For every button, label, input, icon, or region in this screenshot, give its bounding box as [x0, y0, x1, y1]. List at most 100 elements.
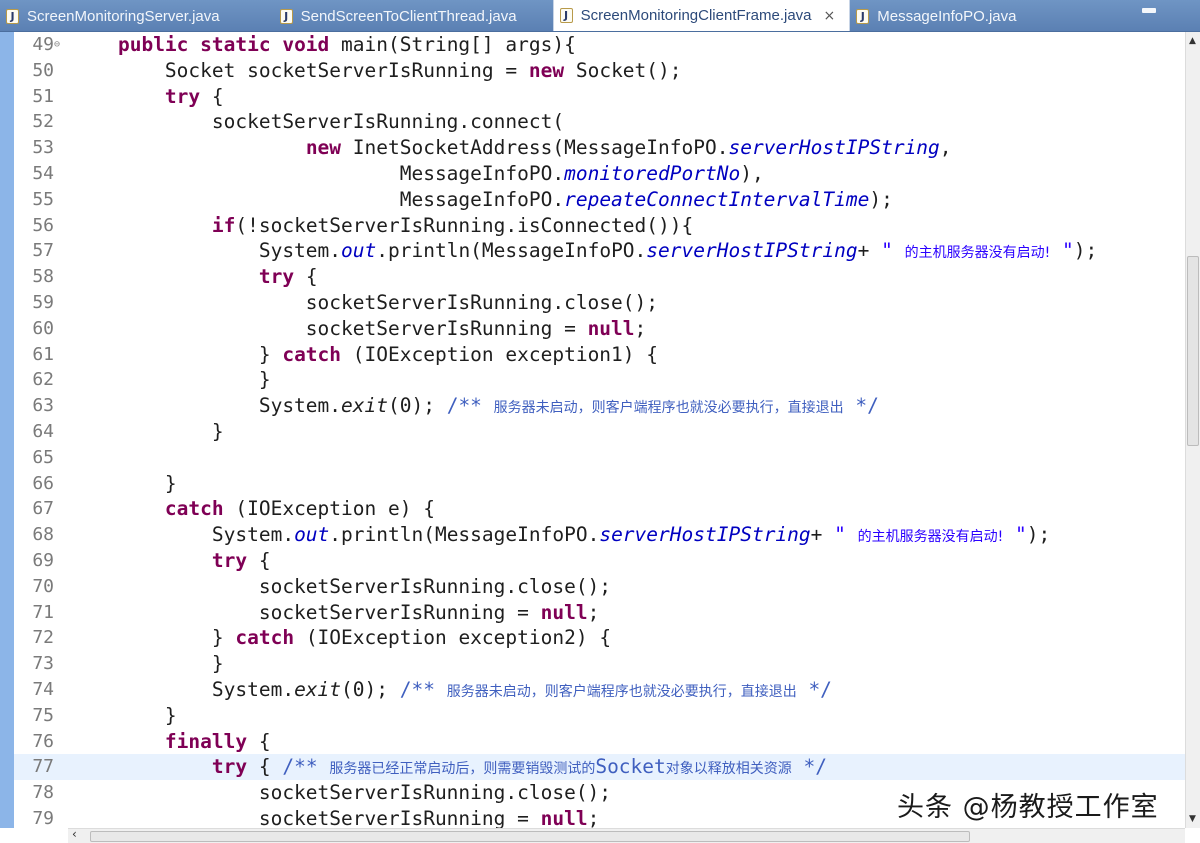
code-token: socketServerIsRunning.close(); — [71, 574, 612, 598]
keyword: if — [211, 213, 236, 237]
keyword: try — [258, 265, 295, 289]
code-line[interactable]: 60 socketServerIsRunning = null; — [14, 316, 1185, 342]
code-line[interactable]: 56 if(!socketServerIsRunning.isConnected… — [14, 213, 1185, 239]
line-code: catch (IOException e) { — [71, 496, 435, 522]
close-tab-icon[interactable]: × — [824, 8, 836, 24]
line-number: 61 — [32, 343, 54, 365]
line-code: Socket socketServerIsRunning = new Socke… — [71, 58, 682, 84]
keyword: public static void — [117, 33, 330, 56]
line-number: 68 — [32, 524, 54, 546]
code-token: ; — [587, 600, 600, 624]
code-line[interactable]: 70 socketServerIsRunning.close(); — [14, 574, 1185, 600]
code-token: exit — [294, 677, 342, 701]
keyword: null — [540, 600, 588, 624]
code-line[interactable]: 62 } — [14, 367, 1185, 393]
line-number: 63 — [32, 395, 54, 417]
code-line[interactable]: 75 } — [14, 703, 1185, 729]
line-code: socketServerIsRunning = null; — [71, 316, 646, 342]
tab-send-screen-to-client-thread[interactable]: J SendScreenToClientThread.java — [274, 2, 531, 31]
code-token: System. — [71, 523, 295, 547]
fold-collapse-icon[interactable]: ⊖ — [54, 32, 60, 58]
code-token: } — [71, 471, 177, 495]
vertical-scroll-thumb[interactable] — [1187, 256, 1199, 446]
line-number: 70 — [32, 575, 54, 597]
code-line[interactable]: 65 — [14, 445, 1185, 471]
line-code: System.out.println(MessageInfoPO.serverH… — [71, 238, 1097, 267]
static-field: serverHostIPString — [646, 239, 858, 263]
code-line[interactable]: 72 } catch (IOException exception2) { — [14, 625, 1185, 651]
code-line[interactable]: 50 Socket socketServerIsRunning = new So… — [14, 58, 1185, 84]
string-literal: " — [881, 239, 905, 263]
code-line[interactable]: 49 ⊖ public static void main(String[] arg… — [14, 32, 1185, 58]
code-line[interactable]: 59 socketServerIsRunning.close(); — [14, 290, 1185, 316]
static-field: monitoredPortNo — [564, 161, 741, 185]
line-number: 65 — [32, 446, 54, 468]
code-line[interactable]: 53 new InetSocketAddress(MessageInfoPO.s… — [14, 135, 1185, 161]
code-token: socketServerIsRunning = — [71, 806, 541, 828]
scroll-up-icon[interactable]: ▲ — [1189, 36, 1196, 46]
code-editor[interactable]: 49 ⊖ public static void main(String[] arg… — [0, 32, 1185, 828]
line-code: MessageInfoPO.monitoredPortNo), — [71, 161, 764, 187]
code-line[interactable]: 58 try { — [14, 264, 1185, 290]
code-token: (IOException exception1) { — [341, 342, 659, 366]
code-token: } — [71, 368, 271, 392]
code-line[interactable]: 66 } — [14, 471, 1185, 497]
code-line[interactable]: 57 System.out.println(MessageInfoPO.serv… — [14, 238, 1185, 264]
line-code: } — [71, 367, 271, 393]
code-line[interactable]: 67 catch (IOException e) { — [14, 496, 1185, 522]
line-number: 57 — [32, 240, 54, 262]
keyword: try — [211, 548, 248, 572]
tab-message-info-po[interactable]: J MessageInfoPO.java — [850, 2, 1030, 31]
vertical-scrollbar[interactable]: ▲ ▼ — [1185, 32, 1200, 828]
line-code: System.exit(0); /** 服务器未启动，则客户端程序也就没必要执行… — [71, 393, 879, 422]
code-token: } — [71, 703, 177, 727]
code-token: ; — [587, 806, 600, 828]
line-number: 78 — [32, 782, 54, 804]
code-line[interactable]: 52 socketServerIsRunning.connect( — [14, 109, 1185, 135]
code-line[interactable]: 71 socketServerIsRunning = null; — [14, 600, 1185, 626]
code-line[interactable]: 55 MessageInfoPO.repeateConnectIntervalT… — [14, 187, 1185, 213]
code-line[interactable]: 68 System.out.println(MessageInfoPO.serv… — [14, 522, 1185, 548]
line-number: 49 — [32, 34, 54, 55]
line-number: 56 — [32, 214, 54, 236]
horizontal-scroll-thumb[interactable] — [90, 831, 970, 842]
line-code: socketServerIsRunning.close(); — [71, 290, 658, 316]
code-token: Socket(); — [564, 58, 682, 82]
code-line[interactable]: 63 System.exit(0); /** 服务器未启动，则客户端程序也就没必… — [14, 393, 1185, 419]
code-line[interactable]: 61 } catch (IOException exception1) { — [14, 342, 1185, 368]
code-line[interactable]: 69 try { — [14, 548, 1185, 574]
code-token: (!socketServerIsRunning.isConnected()){ — [235, 213, 694, 237]
scroll-left-icon[interactable]: ‹ — [72, 827, 77, 841]
line-code: socketServerIsRunning = null; — [71, 600, 600, 626]
line-code: } catch (IOException exception2) { — [71, 625, 611, 651]
code-token: + — [857, 239, 882, 263]
code-token: MessageInfoPO. — [71, 161, 565, 185]
code-token: .println(MessageInfoPO. — [376, 239, 647, 263]
code-line[interactable]: 77 try { /** 服务器已经正常启动后，则需要销毁测试的Socket对象… — [14, 754, 1185, 781]
code-token: out — [341, 239, 377, 263]
line-code: System.out.println(MessageInfoPO.serverH… — [71, 522, 1050, 551]
tab-screen-monitoring-server[interactable]: J ScreenMonitoringServer.java — [0, 2, 234, 31]
scroll-down-icon[interactable]: ▼ — [1189, 814, 1196, 824]
code-token: } — [71, 419, 224, 443]
code-line[interactable]: 74 System.exit(0); /** 服务器未启动，则客户端程序也就没必… — [14, 677, 1185, 703]
line-number: 76 — [32, 730, 54, 752]
line-code: } catch (IOException exception1) { — [71, 342, 658, 368]
code-token: ); — [1073, 239, 1098, 263]
java-file-icon: J — [279, 9, 293, 24]
code-token: } — [71, 626, 236, 650]
minimize-icon[interactable] — [1142, 8, 1156, 13]
code-line[interactable]: 76 finally { — [14, 729, 1185, 755]
tab-screen-monitoring-client-frame[interactable]: J ScreenMonitoringClientFrame.java × — [552, 0, 851, 31]
code-line[interactable]: 64 } — [14, 419, 1185, 445]
line-number: 71 — [32, 601, 54, 623]
code-line[interactable]: 73 } — [14, 651, 1185, 677]
code-token: .println(MessageInfoPO. — [329, 523, 600, 547]
horizontal-scrollbar[interactable]: ‹ — [68, 827, 1185, 843]
code-line[interactable]: 54 MessageInfoPO.monitoredPortNo), — [14, 161, 1185, 187]
line-number: 60 — [32, 317, 54, 339]
string-literal: " — [1003, 523, 1027, 547]
code-line[interactable]: 51 try { — [14, 84, 1185, 110]
